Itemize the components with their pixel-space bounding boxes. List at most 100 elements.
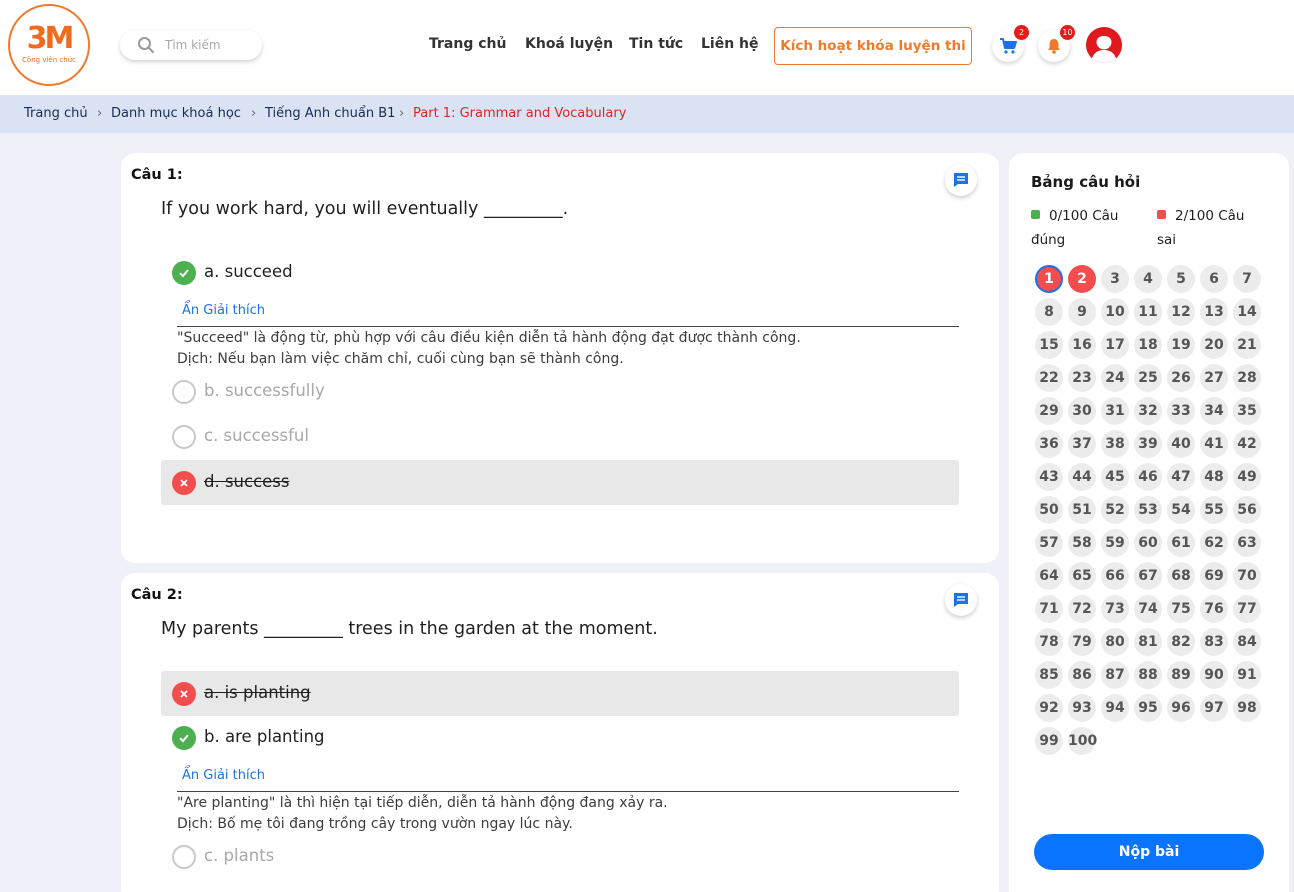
question-number-button[interactable]: 82 [1167,628,1195,656]
question-number-button[interactable]: 31 [1101,397,1129,425]
question-number-button[interactable]: 66 [1101,562,1129,590]
question-number-button[interactable]: 87 [1101,661,1129,689]
question-number-button[interactable]: 11 [1134,298,1162,326]
question-number-button[interactable]: 72 [1068,595,1096,623]
question-number-button[interactable]: 12 [1167,298,1195,326]
question-number-button[interactable]: 94 [1101,694,1129,722]
question-number-button[interactable]: 69 [1200,562,1228,590]
question-number-button[interactable]: 39 [1134,430,1162,458]
nav-courses[interactable]: Khoá luyện [525,36,613,52]
question-number-button[interactable]: 96 [1167,694,1195,722]
question-number-button[interactable]: 64 [1035,562,1063,590]
logo[interactable]: 3M Công viên chức [8,4,90,86]
question-number-button[interactable]: 8 [1035,298,1063,326]
question-number-button[interactable]: 78 [1035,628,1063,656]
question-number-button[interactable]: 83 [1200,628,1228,656]
question-number-button[interactable]: 93 [1068,694,1096,722]
question-number-button[interactable]: 23 [1068,364,1096,392]
question-number-button[interactable]: 84 [1233,628,1261,656]
question-number-button[interactable]: 44 [1068,463,1096,491]
question-number-button[interactable]: 20 [1200,331,1228,359]
question-number-button[interactable]: 58 [1068,529,1096,557]
question-number-button[interactable]: 53 [1134,496,1162,524]
question-number-button[interactable]: 57 [1035,529,1063,557]
breadcrumb-course[interactable]: Tiếng Anh chuẩn B1 [265,106,395,121]
nav-news[interactable]: Tin tức [629,36,683,52]
question-number-button[interactable]: 38 [1101,430,1129,458]
question-number-button[interactable]: 55 [1200,496,1228,524]
question-number-button[interactable]: 76 [1200,595,1228,623]
question-number-button[interactable]: 67 [1134,562,1162,590]
question-number-button[interactable]: 99 [1035,727,1063,755]
question-number-button[interactable]: 79 [1068,628,1096,656]
answer-option[interactable]: c. plants [161,834,959,879]
hide-explanation-link[interactable]: Ẩn Giải thích [182,768,265,783]
question-number-button[interactable]: 100 [1068,727,1097,755]
activate-course-button[interactable]: Kích hoạt khóa luyện thi [774,27,972,65]
nav-contact[interactable]: Liên hệ [701,36,759,52]
question-number-button[interactable]: 21 [1233,331,1261,359]
question-number-button[interactable]: 77 [1233,595,1261,623]
question-number-button[interactable]: 17 [1101,331,1129,359]
question-number-button[interactable]: 91 [1233,661,1261,689]
question-number-button[interactable]: 7 [1233,265,1261,293]
search-box[interactable] [120,30,262,60]
question-number-button[interactable]: 80 [1101,628,1129,656]
question-number-button[interactable]: 28 [1233,364,1261,392]
question-number-button[interactable]: 22 [1035,364,1063,392]
question-number-button[interactable]: 60 [1134,529,1162,557]
question-number-button[interactable]: 15 [1035,331,1063,359]
answer-option[interactable]: a. succeed [161,250,959,295]
question-number-button[interactable]: 4 [1134,265,1162,293]
question-number-button[interactable]: 92 [1035,694,1063,722]
question-number-button[interactable]: 40 [1167,430,1195,458]
question-number-button[interactable]: 63 [1233,529,1261,557]
comment-button[interactable] [945,164,977,196]
question-number-button[interactable]: 16 [1068,331,1096,359]
question-number-button[interactable]: 35 [1233,397,1261,425]
question-number-button[interactable]: 49 [1233,463,1261,491]
question-number-button[interactable]: 13 [1200,298,1228,326]
hide-explanation-link[interactable]: Ẩn Giải thích [182,303,265,318]
question-number-button[interactable]: 62 [1200,529,1228,557]
question-number-button[interactable]: 3 [1101,265,1129,293]
question-number-button[interactable]: 32 [1134,397,1162,425]
question-number-button[interactable]: 37 [1068,430,1096,458]
question-number-button[interactable]: 85 [1035,661,1063,689]
question-number-button[interactable]: 56 [1233,496,1261,524]
question-number-button[interactable]: 24 [1101,364,1129,392]
answer-option[interactable]: c. successful [161,414,959,459]
notification-button[interactable]: 10 [1038,25,1075,62]
question-number-button[interactable]: 86 [1068,661,1096,689]
question-number-button[interactable]: 18 [1134,331,1162,359]
question-number-button[interactable]: 46 [1134,463,1162,491]
question-number-button[interactable]: 89 [1167,661,1195,689]
comment-button[interactable] [945,584,977,616]
cart-button[interactable]: 2 [992,25,1029,62]
question-number-button[interactable]: 75 [1167,595,1195,623]
question-number-button[interactable]: 97 [1200,694,1228,722]
breadcrumb-home[interactable]: Trang chủ [24,106,88,121]
question-number-button[interactable]: 9 [1068,298,1096,326]
question-number-button[interactable]: 26 [1167,364,1195,392]
question-number-button[interactable]: 1 [1035,265,1063,293]
question-number-button[interactable]: 98 [1233,694,1261,722]
question-number-button[interactable]: 88 [1134,661,1162,689]
question-number-button[interactable]: 90 [1200,661,1228,689]
question-number-button[interactable]: 48 [1200,463,1228,491]
question-number-button[interactable]: 95 [1134,694,1162,722]
question-number-button[interactable]: 43 [1035,463,1063,491]
question-number-button[interactable]: 50 [1035,496,1063,524]
question-number-button[interactable]: 71 [1035,595,1063,623]
question-number-button[interactable]: 27 [1200,364,1228,392]
question-number-button[interactable]: 51 [1068,496,1096,524]
question-number-button[interactable]: 14 [1233,298,1261,326]
question-number-button[interactable]: 41 [1200,430,1228,458]
question-number-button[interactable]: 70 [1233,562,1261,590]
submit-button[interactable]: Nộp bài [1034,834,1264,870]
user-avatar[interactable] [1086,27,1122,63]
question-number-button[interactable]: 81 [1134,628,1162,656]
question-number-button[interactable]: 52 [1101,496,1129,524]
question-number-button[interactable]: 73 [1101,595,1129,623]
answer-option-selected-wrong[interactable]: d. success [161,460,959,505]
